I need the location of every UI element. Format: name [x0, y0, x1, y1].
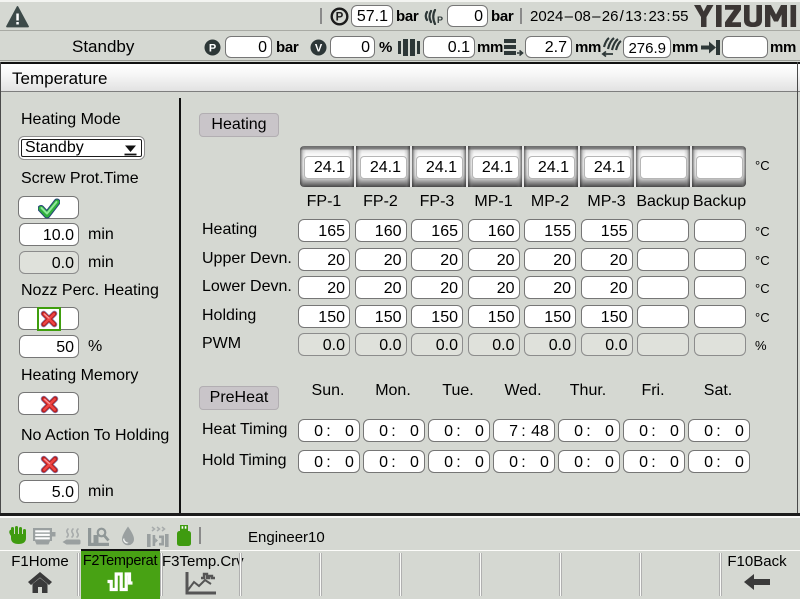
svg-text:V: V [315, 43, 323, 55]
svg-text:P: P [336, 12, 344, 24]
svg-text:P: P [209, 43, 216, 55]
svg-text:P: P [437, 15, 443, 25]
